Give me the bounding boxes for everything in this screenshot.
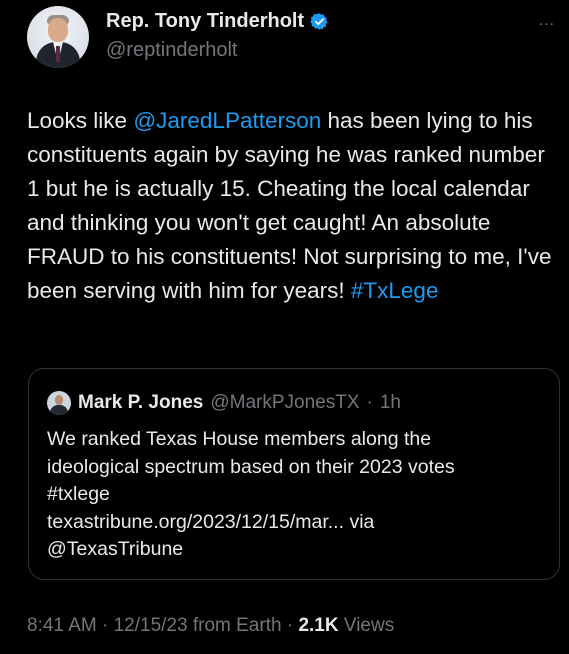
author-name-row: Rep. Tony Tinderholt [106, 10, 329, 33]
tweet-text-part: Looks like [27, 108, 134, 133]
tweet-time[interactable]: 8:41 AM [27, 615, 97, 636]
tweet-date[interactable]: 12/15/23 [114, 615, 188, 636]
separator-dot: · [286, 615, 294, 636]
tweet-header: Rep. Tony Tinderholt @reptinderholt ... [27, 6, 555, 68]
quoted-tweet-text: We ranked Texas House members along the … [47, 426, 547, 564]
quoted-tweet-link: texastribune.org/2023/12/15/mar... via [47, 510, 375, 533]
quoted-tweet-card[interactable]: Mark P. Jones @MarkPJonesTX · 1h We ranked… [28, 368, 560, 580]
quoted-author-handle: @MarkPJonesTX [210, 392, 360, 413]
separator-dot: · [102, 615, 109, 636]
quoted-tweet-header: Mark P. Jones @MarkPJonesTX · 1h [47, 391, 401, 415]
mention-link[interactable]: @JaredLPatterson [133, 108, 321, 133]
views-label: Views [343, 615, 395, 636]
views-count: 2.1K [298, 615, 339, 636]
author-avatar[interactable] [27, 6, 89, 68]
tweet-text-part: has been lying to his constituents again… [27, 108, 552, 303]
tweet-meta: 8:41 AM · 12/15/23 from Earth · 2.1K Vie… [27, 615, 394, 637]
quoted-tweet-time: 1h [379, 392, 401, 413]
tweet-source: from Earth [192, 615, 282, 636]
quoted-tweet-mention: @TexasTribune [47, 538, 184, 560]
quoted-author-avatar [47, 391, 71, 415]
more-options-icon[interactable]: ... [539, 12, 555, 30]
quoted-tweet-line: We ranked Texas House members along the [47, 428, 432, 450]
hashtag-link[interactable]: #TxLege [351, 278, 439, 303]
quoted-tweet-line: ideological spectrum based on their 2023… [47, 455, 455, 478]
author-display-name[interactable]: Rep. Tony Tinderholt [106, 10, 304, 33]
quoted-author-name: Mark P. Jones [78, 392, 204, 413]
tweet-text: Looks like @JaredLPatterson has been lyi… [27, 104, 552, 308]
separator-dot: · [366, 392, 373, 413]
verified-badge-icon [310, 13, 328, 30]
quoted-tweet-hashtag: #txlege [47, 483, 110, 505]
author-handle[interactable]: @reptinderholt [106, 39, 237, 62]
